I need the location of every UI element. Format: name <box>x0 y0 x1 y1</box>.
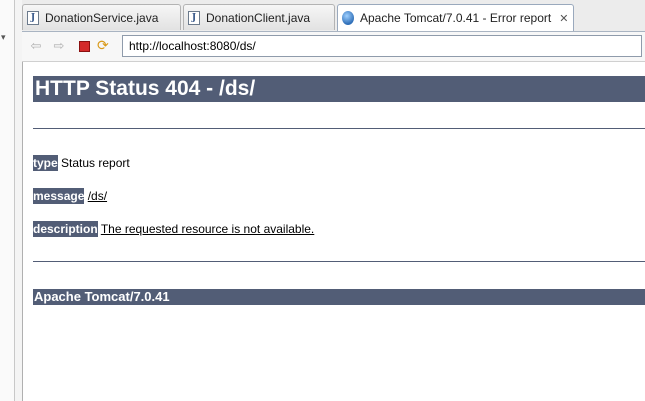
refresh-icon[interactable]: ⟳ <box>97 37 109 54</box>
close-icon[interactable]: ✕ <box>559 12 568 25</box>
message-label: message <box>33 188 85 204</box>
type-label: type <box>33 155 58 171</box>
message-row: message /ds/ <box>33 188 108 204</box>
type-row: type Status report <box>33 155 130 171</box>
editor-tab-strip: J DonationService.java J DonationClient.… <box>22 0 645 32</box>
java-file-icon: J <box>188 10 200 25</box>
tab-donation-service[interactable]: J DonationService.java <box>22 4 181 30</box>
stop-icon[interactable] <box>79 41 90 52</box>
forward-arrow-icon[interactable]: ⇨ <box>51 38 67 54</box>
tab-label: DonationClient.java <box>206 10 311 25</box>
description-row: description The requested resource is no… <box>33 221 315 237</box>
back-arrow-icon[interactable]: ⇦ <box>28 38 44 54</box>
browser-toolbar: ⇦ ⇨ ⟳ http://localhost:8080/ds/ <box>22 32 645 62</box>
description-label: description <box>33 221 98 237</box>
url-input[interactable]: http://localhost:8080/ds/ <box>122 35 642 57</box>
type-value: Status report <box>61 156 130 170</box>
tab-label: DonationService.java <box>45 10 159 25</box>
tab-error-report[interactable]: Apache Tomcat/7.0.41 - Error report ✕ <box>337 4 574 31</box>
left-panel-gutter: ▾ <box>0 0 23 401</box>
tab-label: Apache Tomcat/7.0.41 - Error report <box>360 11 552 25</box>
page-title: HTTP Status 404 - /ds/ <box>33 76 645 102</box>
chevron-down-icon[interactable]: ▾ <box>1 32 6 43</box>
tab-donation-client[interactable]: J DonationClient.java <box>183 4 335 30</box>
description-value: The requested resource is not available. <box>100 222 315 236</box>
globe-icon <box>342 11 354 25</box>
browser-content: HTTP Status 404 - /ds/ type Status repor… <box>23 62 645 401</box>
message-value: /ds/ <box>87 189 108 203</box>
server-footer: Apache Tomcat/7.0.41 <box>33 289 645 305</box>
java-file-icon: J <box>27 10 39 25</box>
collapsed-view-strip[interactable] <box>0 0 15 401</box>
divider <box>33 128 645 129</box>
divider <box>33 261 645 262</box>
